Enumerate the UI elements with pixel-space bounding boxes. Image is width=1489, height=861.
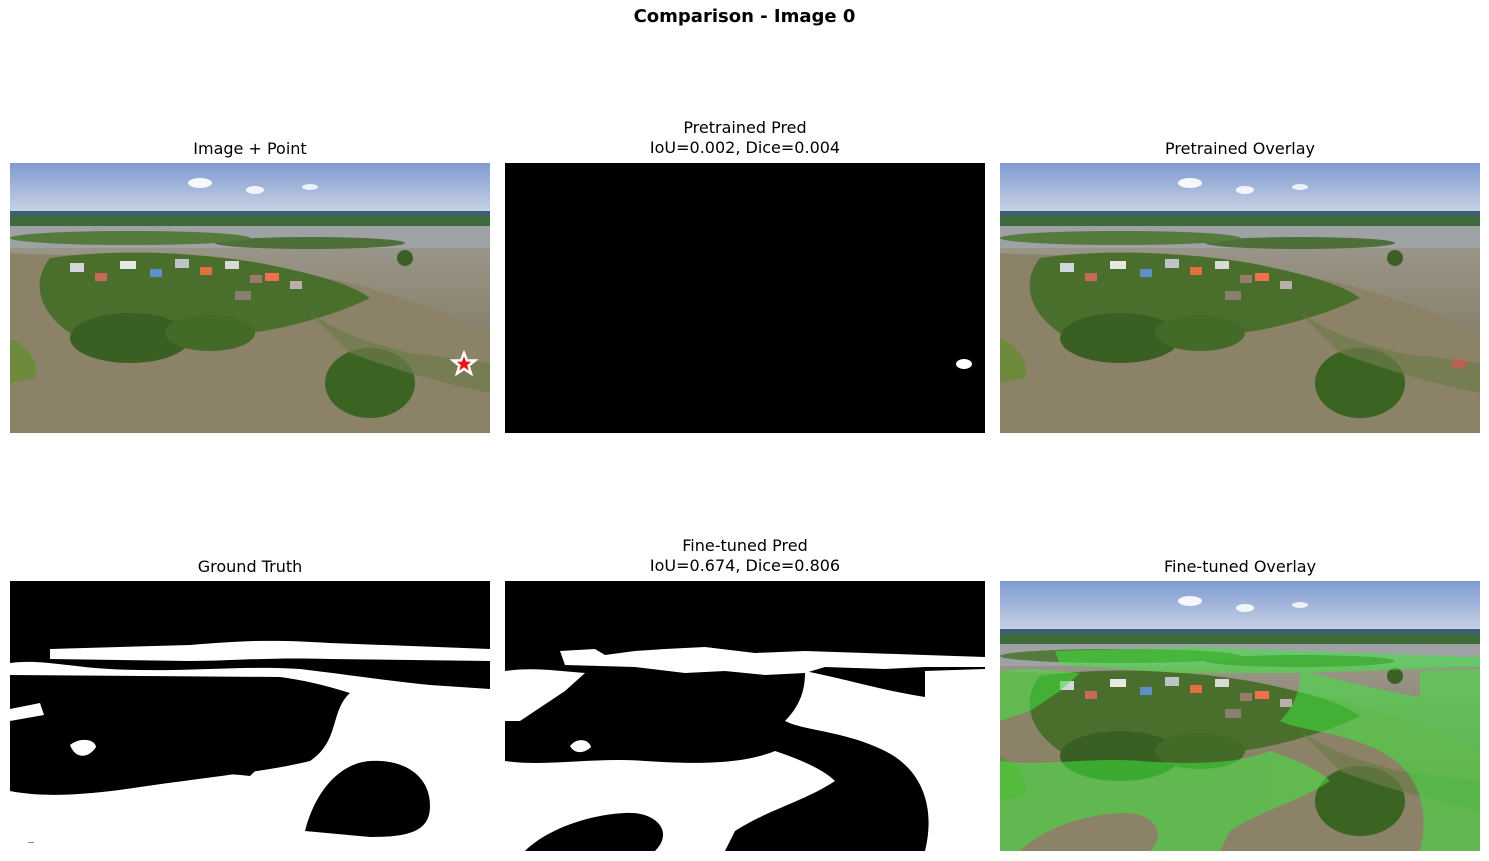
pretrained-mask-blob — [956, 359, 972, 369]
aerial-image — [10, 163, 490, 433]
image-point-panel — [10, 163, 490, 433]
pretrained-overlay-image — [1000, 163, 1480, 433]
image-point-title: Image + Point — [193, 139, 307, 158]
figure-title: Comparison - Image 0 — [633, 6, 856, 27]
pretrained-overlay-blob — [1451, 359, 1467, 369]
pretrained-pred-title: Pretrained Pred IoU=0.002, Dice=0.004 — [505, 118, 985, 158]
finetuned-overlay-image — [1000, 581, 1480, 851]
ground-truth-panel — [10, 581, 490, 851]
finetuned-overlay-title: Fine-tuned Overlay — [1163, 557, 1317, 576]
ground-truth-tick — [28, 842, 34, 843]
pretrained-pred-name: Pretrained Pred — [683, 118, 807, 137]
finetuned-mask — [505, 581, 985, 851]
pretrained-pred-panel — [505, 163, 985, 433]
ground-truth-mask — [10, 581, 490, 851]
finetuned-overlay-panel — [1000, 581, 1480, 851]
finetuned-pred-name: Fine-tuned Pred — [682, 536, 808, 555]
pretrained-pred-metrics: IoU=0.002, Dice=0.004 — [649, 138, 841, 157]
finetuned-pred-panel — [505, 581, 985, 851]
pretrained-overlay-panel — [1000, 163, 1480, 433]
pretrained-overlay-title: Pretrained Overlay — [1165, 139, 1315, 158]
finetuned-pred-title: Fine-tuned Pred IoU=0.674, Dice=0.806 — [505, 536, 985, 576]
finetuned-pred-metrics: IoU=0.674, Dice=0.806 — [649, 556, 841, 575]
pretrained-mask — [505, 163, 985, 433]
ground-truth-title: Ground Truth — [197, 557, 303, 576]
